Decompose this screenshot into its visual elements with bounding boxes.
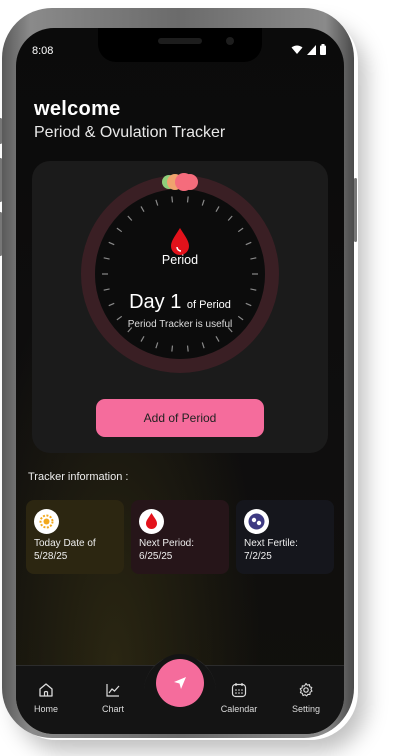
- tile-next-period-label: Next Period:: [139, 538, 195, 549]
- ring-tick: [186, 345, 189, 352]
- home-icon: [39, 683, 53, 697]
- nav-setting[interactable]: Setting: [276, 676, 336, 714]
- tile-next-fertile-value: 7/2/25: [244, 551, 272, 562]
- day-number: 1: [170, 291, 182, 313]
- tile-next-period[interactable]: Next Period: 6/25/25: [131, 500, 229, 574]
- nav-setting-label: Setting: [291, 704, 321, 714]
- cycle-day-marker: [162, 173, 198, 191]
- ring-tick: [171, 196, 174, 203]
- app-title: Period & Ovulation Tracker: [34, 124, 226, 141]
- tracker-info-heading: Tracker information :: [28, 471, 129, 483]
- day-prefix: Day: [129, 291, 165, 313]
- notch: [98, 28, 262, 62]
- wifi-icon: [291, 45, 303, 54]
- status-time: 8:08: [32, 45, 54, 57]
- nav-home-label: Home: [33, 704, 58, 714]
- tile-today-value: 5/28/25: [34, 551, 68, 562]
- status-bar: 8:08: [16, 28, 344, 72]
- nav-home[interactable]: Home: [16, 676, 76, 714]
- nav-calendar[interactable]: Calendar: [209, 676, 269, 714]
- bottom-nav: Home Chart Calendar Setting: [16, 655, 344, 734]
- chart-icon: [106, 684, 120, 697]
- navigation-fab-button[interactable]: [156, 659, 204, 707]
- ring-tick: [186, 196, 189, 203]
- gear-icon: [299, 682, 313, 697]
- navigation-arrow-icon: [174, 677, 186, 689]
- nav-chart-label: Chart: [101, 704, 124, 714]
- add-period-button[interactable]: Add of Period: [96, 399, 264, 437]
- cycle-card: Period Day 1 of Period Period Tracker is…: [32, 161, 328, 453]
- nav-chart[interactable]: Chart: [83, 676, 143, 714]
- ring-center-label: Period: [161, 253, 199, 267]
- phone-frame: 8:08 welcome Period & Ovulation Tracker: [0, 8, 357, 738]
- ring-tick: [171, 345, 174, 352]
- signal-icon: [307, 44, 316, 55]
- battery-icon: [320, 44, 326, 55]
- tile-today-label: Today Date of: [34, 538, 96, 549]
- tile-next-fertile-label: Next Fertile:: [244, 538, 298, 549]
- sun-calendar-icon: [34, 509, 59, 534]
- cycle-day-display: Day 1 of Period: [32, 291, 328, 314]
- welcome-heading: welcome: [34, 98, 121, 120]
- egg-cells-icon: [244, 509, 269, 534]
- ring-caption: Period Tracker is useful: [127, 319, 233, 330]
- tile-next-fertile[interactable]: Next Fertile: 7/2/25: [236, 500, 334, 574]
- app-screen: 8:08 welcome Period & Ovulation Tracker: [16, 28, 344, 734]
- tile-today-date[interactable]: Today Date of 5/28/25: [26, 500, 124, 574]
- day-suffix: of Period: [186, 299, 231, 311]
- cycle-ring: [81, 173, 279, 373]
- calendar-icon: [231, 683, 247, 698]
- nav-calendar-label: Calendar: [220, 704, 258, 714]
- tile-next-period-value: 6/25/25: [139, 551, 173, 562]
- blood-drop-icon: [139, 509, 164, 534]
